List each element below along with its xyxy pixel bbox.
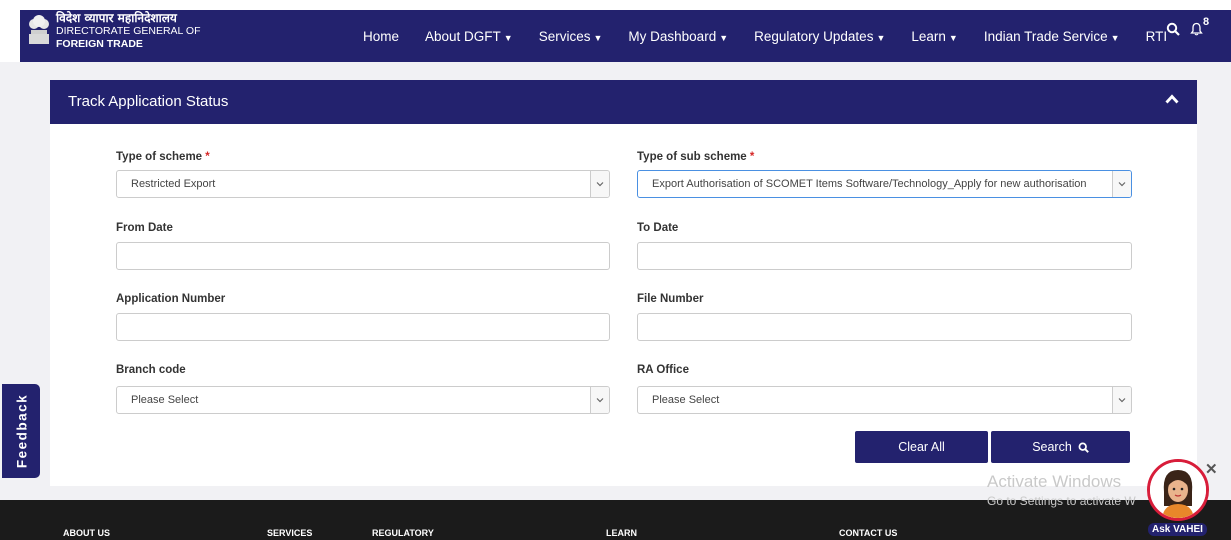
footer-link-regulatory[interactable]: REGULATORY [372,528,434,538]
footer-link-learn[interactable]: LEARN [606,528,637,538]
scheme-select-value: Restricted Export [131,178,216,190]
nav-menu: Home About DGFT ▼ Services ▼ My Dashboard ▼… [350,10,1180,62]
nav-label: Services [538,28,591,44]
caret-down-icon: ▼ [503,32,513,43]
nav-about-dgft[interactable]: About DGFT ▼ [412,29,526,44]
top-header: विदेश व्यापार महानिदेशालय DIRECTORATE GE… [0,0,1231,62]
scheme-select[interactable]: Restricted Export [116,170,610,198]
bell-icon [1190,22,1203,36]
notification-bell[interactable]: 8 [1190,16,1209,36]
from-date-input[interactable] [116,242,610,270]
nav-label: Home [363,28,400,44]
brand-hindi: विदेश व्यापार महानिदेशालय [56,11,177,25]
subscheme-label: Type of sub scheme * [637,151,754,163]
search-button[interactable]: Search [991,431,1130,463]
feedback-label: Feedback [14,393,30,469]
nav-regulatory-updates[interactable]: Regulatory Updates ▼ [741,29,898,44]
close-icon[interactable]: ✕ [1205,460,1218,478]
caret-down-icon: ▼ [719,32,729,43]
track-status-panel: Track Application Status Type of scheme … [50,80,1197,486]
subscheme-label-text: Type of sub scheme [637,151,747,163]
ask-vahei-button[interactable]: Ask VAHEI [1148,523,1207,536]
brand-line-2: FOREIGN TRADE [56,38,143,50]
chevron-up-icon[interactable] [1165,94,1179,104]
chevron-down-icon [590,171,609,197]
nav-icons: 8 [1166,16,1209,36]
notification-count: 8 [1203,16,1210,28]
caret-down-icon: ▼ [876,32,886,43]
file-number-label: File Number [637,293,704,305]
main-navbar: विदेश व्यापार महानिदेशालय DIRECTORATE GE… [20,10,1231,62]
to-date-label: To Date [637,222,679,234]
scheme-label: Type of scheme * [116,151,210,163]
nav-label: Regulatory Updates [754,28,874,44]
feedback-tab[interactable]: Feedback [2,384,40,478]
brand-line-1: DIRECTORATE GENERAL OF [56,25,201,37]
from-date-label: From Date [116,222,173,234]
subscheme-select-value: Export Authorisation of SCOMET Items Sof… [652,178,1087,190]
ra-office-select[interactable]: Please Select [637,386,1132,414]
chevron-down-icon [590,387,609,413]
clear-all-button[interactable]: Clear All [855,431,988,463]
nav-label: Indian Trade Service [983,28,1108,44]
nav-home[interactable]: Home [350,29,412,44]
nav-label: Learn [911,28,946,44]
branch-code-select[interactable]: Please Select [116,386,610,414]
application-number-label: Application Number [116,293,226,305]
panel-title: Track Application Status [68,93,229,110]
footer-link-about[interactable]: ABOUT US [63,528,110,538]
ra-office-label: RA Office [637,364,689,376]
footer-link-contact[interactable]: CONTACT US [839,528,897,538]
search-button-label: Search [1032,440,1072,454]
to-date-input[interactable] [637,242,1132,270]
caret-down-icon: ▼ [948,32,958,43]
chevron-down-icon [1112,171,1131,197]
scheme-label-text: Type of scheme [116,151,203,163]
caret-down-icon: ▼ [593,32,603,43]
national-emblem-icon[interactable] [26,12,52,48]
chevron-down-icon [1112,387,1131,413]
nav-label: RTI [1145,28,1168,44]
activate-windows-title: Activate Windows [987,472,1122,491]
nav-my-dashboard[interactable]: My Dashboard ▼ [615,29,741,44]
nav-indian-trade-service[interactable]: Indian Trade Service ▼ [971,29,1133,44]
subscheme-select[interactable]: Export Authorisation of SCOMET Items Sof… [637,170,1132,198]
assistant-avatar[interactable] [1147,459,1209,521]
branch-code-label: Branch code [116,364,186,376]
required-mark: * [205,151,210,163]
nav-label: About DGFT [425,28,501,44]
nav-services[interactable]: Services ▼ [526,29,616,44]
footer-link-services[interactable]: SERVICES [267,528,312,538]
search-icon [1078,442,1089,453]
brand[interactable]: विदेश व्यापार महानिदेशालय DIRECTORATE GE… [56,12,201,51]
application-number-input[interactable] [116,313,610,341]
panel-header[interactable]: Track Application Status [50,80,1197,124]
nav-learn[interactable]: Learn ▼ [898,29,970,44]
caret-down-icon: ▼ [1110,32,1120,43]
branch-code-value: Please Select [131,394,199,406]
nav-label: My Dashboard [628,28,717,44]
file-number-input[interactable] [637,313,1132,341]
search-icon[interactable] [1166,22,1180,36]
ra-office-value: Please Select [652,394,720,406]
assistant-avatar-icon [1150,462,1206,518]
activate-windows-subtitle: Go to Settings to activate W [987,494,1136,508]
clear-all-label: Clear All [898,440,945,454]
required-mark: * [749,151,755,163]
